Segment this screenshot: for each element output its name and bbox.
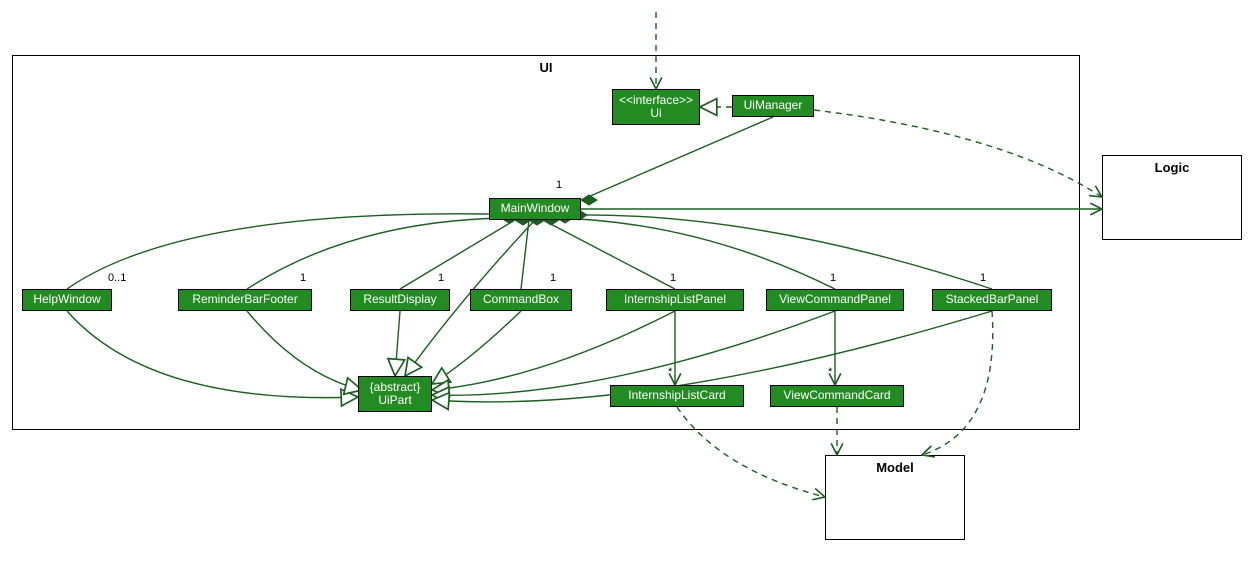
node-uipart: {abstract} UiPart	[358, 376, 432, 412]
class-name: InternshipListPanel	[624, 293, 726, 306]
class-name: UiManager	[744, 99, 803, 112]
class-name: CommandBox	[483, 293, 559, 306]
mult-vcp: 1	[830, 272, 836, 284]
node-internshiplistcard: InternshipListCard	[610, 385, 744, 407]
node-viewcommandpanel: ViewCommandPanel	[766, 289, 904, 311]
class-name: MainWindow	[501, 202, 570, 215]
mult-helpwindow: 0..1	[108, 272, 126, 284]
class-name: ResultDisplay	[363, 293, 436, 306]
mult-sbp: 1	[980, 272, 986, 284]
mult-result: 1	[438, 272, 444, 284]
package-logic: Logic	[1102, 155, 1242, 240]
mult-reminder: 1	[300, 272, 306, 284]
package-model: Model	[825, 455, 965, 540]
node-uimanager: UiManager	[732, 95, 814, 117]
uml-diagram: { "packages": { "ui": { "label": "UI", "…	[0, 0, 1253, 562]
package-ui-label: UI	[13, 60, 1079, 75]
class-name: InternshipListCard	[628, 389, 725, 402]
node-mainwindow: MainWindow	[489, 198, 581, 220]
package-model-label: Model	[826, 460, 964, 475]
node-viewcommandcard: ViewCommandCard	[770, 385, 904, 407]
mult-ilc: *	[668, 366, 672, 378]
package-ui: UI	[12, 55, 1080, 430]
class-name: ReminderBarFooter	[192, 293, 297, 306]
package-logic-label: Logic	[1103, 160, 1241, 175]
class-name: Ui	[650, 107, 661, 120]
node-helpwindow: HelpWindow	[22, 289, 112, 311]
class-name: HelpWindow	[33, 293, 100, 306]
mult-ilp: 1	[670, 272, 676, 284]
node-internshiplistpanel: InternshipListPanel	[606, 289, 744, 311]
mult-commandbox: 1	[550, 272, 556, 284]
node-stackedbarpanel: StackedBarPanel	[932, 289, 1052, 311]
node-resultdisplay: ResultDisplay	[350, 289, 450, 311]
class-name: StackedBarPanel	[946, 293, 1039, 306]
node-commandbox: CommandBox	[470, 289, 572, 311]
class-name: ViewCommandPanel	[779, 293, 891, 306]
node-ui-interface: <<interface>> Ui	[612, 89, 700, 125]
node-reminderbarfooter: ReminderBarFooter	[178, 289, 312, 311]
class-name: UiPart	[378, 394, 411, 407]
class-name: ViewCommandCard	[783, 389, 890, 402]
mult-mainwindow: 1	[556, 179, 562, 191]
mult-vcc: *	[828, 366, 832, 378]
